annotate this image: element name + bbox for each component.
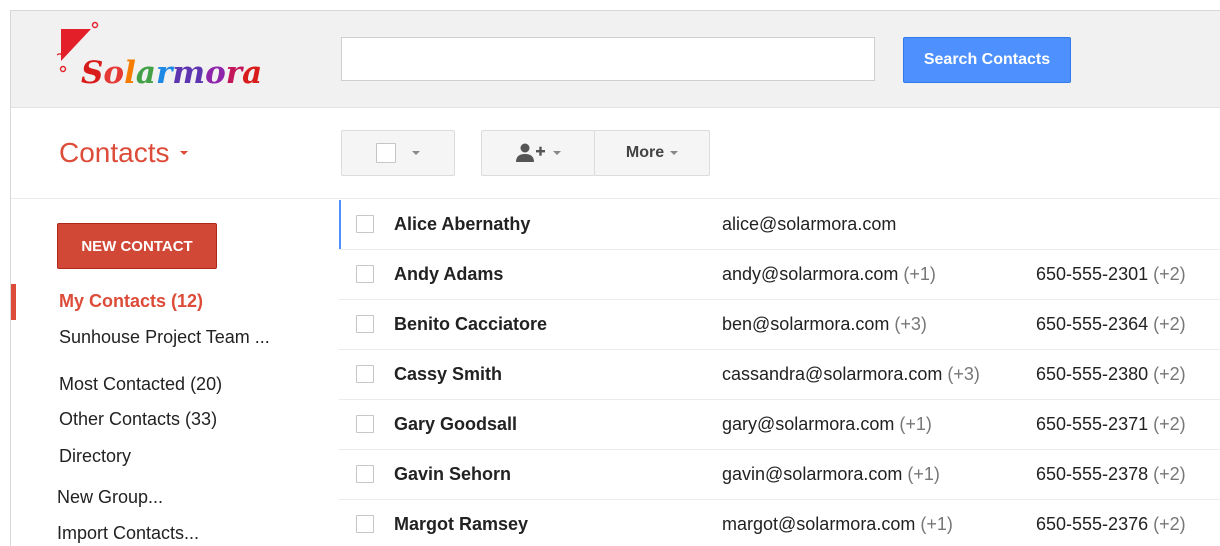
sidebar-item-new-group[interactable]: New Group... <box>57 487 163 508</box>
chevron-down-icon <box>670 151 679 155</box>
contacts-title-menu[interactable]: Contacts <box>59 137 188 169</box>
contact-list: Alice Abernathy alice@solarmora.com Andy… <box>339 200 1220 546</box>
contact-phone: 650-555-2364 (+2) <box>1036 314 1186 335</box>
logo-letter: o <box>103 55 125 91</box>
logo-letter: r <box>225 55 243 91</box>
contact-name[interactable]: Cassy Smith <box>394 364 502 385</box>
row-checkbox[interactable] <box>356 215 374 233</box>
new-contact-button[interactable]: NEW CONTACT <box>57 223 217 269</box>
phone-value: 650-555-2376 <box>1036 514 1149 534</box>
add-to-group-button[interactable] <box>481 130 595 176</box>
phone-extra-count: (+2) <box>1153 364 1186 384</box>
phone-value: 650-555-2364 <box>1036 314 1149 334</box>
email-value: cassandra@solarmora.com <box>722 364 943 384</box>
top-bar: Solarmora Search Contacts <box>11 11 1220 108</box>
search-contacts-button[interactable]: Search Contacts <box>903 37 1071 83</box>
search-field[interactable] <box>342 38 874 80</box>
chevron-down-icon <box>179 151 188 155</box>
phone-extra-count: (+2) <box>1153 414 1186 434</box>
phone-extra-count: (+2) <box>1153 314 1186 334</box>
email-extra-count: (+1) <box>920 514 953 534</box>
contact-email: gavin@solarmora.com (+1) <box>722 464 940 485</box>
logo-letter: r <box>155 55 173 91</box>
contact-phone: 650-555-2371 (+2) <box>1036 414 1186 435</box>
row-checkbox[interactable] <box>356 265 374 283</box>
page-title: Contacts <box>59 137 170 168</box>
logo-letter: S <box>81 55 104 91</box>
contact-phone: 650-555-2301 (+2) <box>1036 264 1186 285</box>
email-value: ben@solarmora.com <box>722 314 890 334</box>
chevron-down-icon <box>412 151 420 155</box>
email-extra-count: (+3) <box>894 314 927 334</box>
more-button[interactable]: More <box>594 130 710 176</box>
contact-email: gary@solarmora.com (+1) <box>722 414 932 435</box>
active-nav-marker <box>11 284 16 320</box>
add-person-icon <box>516 143 545 162</box>
email-extra-count: (+1) <box>907 464 940 484</box>
contact-name[interactable]: Andy Adams <box>394 264 503 285</box>
email-extra-count: (+3) <box>947 364 980 384</box>
contact-name[interactable]: Gavin Sehorn <box>394 464 511 485</box>
divider <box>11 198 1220 199</box>
table-row[interactable]: Benito Cacciatore ben@solarmora.com (+3)… <box>339 300 1220 350</box>
phone-extra-count: (+2) <box>1153 464 1186 484</box>
contact-name[interactable]: Gary Goodsall <box>394 414 517 435</box>
email-value: gavin@solarmora.com <box>722 464 903 484</box>
table-row[interactable]: Gary Goodsall gary@solarmora.com (+1) 65… <box>339 400 1220 450</box>
logo-letter: o <box>205 55 226 91</box>
row-checkbox[interactable] <box>356 415 374 433</box>
email-value: margot@solarmora.com <box>722 514 916 534</box>
contacts-app: Solarmora Search Contacts Contacts More … <box>10 10 1220 546</box>
checkbox-icon <box>376 143 396 163</box>
select-all-button[interactable] <box>341 130 455 176</box>
email-value: andy@solarmora.com <box>722 264 899 284</box>
solarmora-logo[interactable]: Solarmora <box>53 21 262 101</box>
logo-text: Solarmora <box>81 55 262 91</box>
phone-value: 650-555-2301 <box>1036 264 1149 284</box>
contact-phone: 650-555-2376 (+2) <box>1036 514 1186 535</box>
row-checkbox[interactable] <box>356 365 374 383</box>
contact-email: andy@solarmora.com (+1) <box>722 264 936 285</box>
sidebar-item-my-contacts[interactable]: My Contacts (12) <box>59 291 203 312</box>
sidebar-item-import-contacts[interactable]: Import Contacts... <box>57 523 199 544</box>
logo-letter: a <box>242 55 263 91</box>
email-value: gary@solarmora.com <box>722 414 895 434</box>
phone-value: 650-555-2378 <box>1036 464 1149 484</box>
phone-value: 650-555-2371 <box>1036 414 1149 434</box>
sidebar-item-most-contacted[interactable]: Most Contacted (20) <box>59 374 222 395</box>
phone-extra-count: (+2) <box>1153 264 1186 284</box>
logo-letter: l <box>124 55 136 91</box>
contact-email: margot@solarmora.com (+1) <box>722 514 953 535</box>
table-row[interactable]: Gavin Sehorn gavin@solarmora.com (+1) 65… <box>339 450 1220 500</box>
contact-email: ben@solarmora.com (+3) <box>722 314 927 335</box>
contact-name[interactable]: Benito Cacciatore <box>394 314 547 335</box>
contact-email: alice@solarmora.com <box>722 214 896 235</box>
email-value: alice@solarmora.com <box>722 214 897 234</box>
logo-letter: m <box>172 55 206 91</box>
contact-phone: 650-555-2380 (+2) <box>1036 364 1186 385</box>
row-checkbox[interactable] <box>356 515 374 533</box>
sidebar-item-sunhouse-project-team[interactable]: Sunhouse Project Team ... <box>59 327 270 348</box>
phone-extra-count: (+2) <box>1153 514 1186 534</box>
email-extra-count: (+1) <box>899 414 932 434</box>
chevron-down-icon <box>553 151 561 155</box>
contact-name[interactable]: Margot Ramsey <box>394 514 528 535</box>
table-row[interactable]: Cassy Smith cassandra@solarmora.com (+3)… <box>339 350 1220 400</box>
sidebar-item-directory[interactable]: Directory <box>59 446 131 467</box>
search-input[interactable] <box>341 37 875 81</box>
more-label: More <box>625 144 665 161</box>
table-row[interactable]: Margot Ramsey margot@solarmora.com (+1) … <box>339 500 1220 546</box>
row-checkbox[interactable] <box>356 315 374 333</box>
contact-phone: 650-555-2378 (+2) <box>1036 464 1186 485</box>
sidebar-item-other-contacts[interactable]: Other Contacts (33) <box>59 409 217 430</box>
table-row[interactable]: Alice Abernathy alice@solarmora.com <box>339 200 1220 250</box>
phone-value: 650-555-2380 <box>1036 364 1149 384</box>
logo-letter: a <box>135 55 156 91</box>
table-row[interactable]: Andy Adams andy@solarmora.com (+1) 650-5… <box>339 250 1220 300</box>
email-extra-count: (+1) <box>903 264 936 284</box>
contact-name[interactable]: Alice Abernathy <box>394 214 530 235</box>
contact-email: cassandra@solarmora.com (+3) <box>722 364 980 385</box>
row-checkbox[interactable] <box>356 465 374 483</box>
